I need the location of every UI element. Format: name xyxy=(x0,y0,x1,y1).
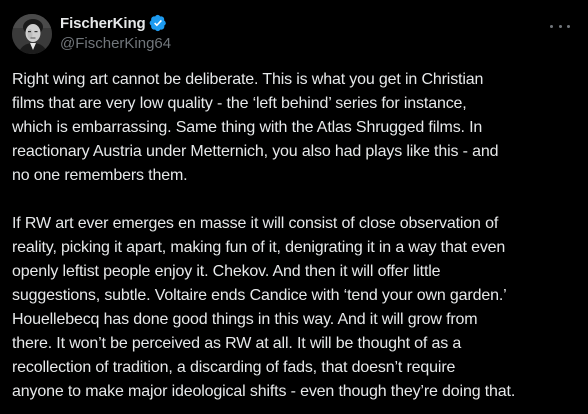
ellipsis-dot xyxy=(558,24,562,28)
author-display-name[interactable]: FischerKing xyxy=(60,15,146,32)
ellipsis-dot xyxy=(567,24,570,28)
tweet-text: Right wing art cannot be deliberate. Thi… xyxy=(12,68,586,404)
ellipsis-dot xyxy=(550,24,553,28)
text-line: openly leftist people enjoy it. Chekov. … xyxy=(12,263,441,280)
text-line: which is embarrassing. Same thing with t… xyxy=(12,119,483,136)
tweet: FischerKing @FischerKing64 Right wing ar… xyxy=(0,0,588,414)
tweet-paragraph: Right wing art cannot be deliberate. Thi… xyxy=(12,68,586,188)
text-line: If RW art ever emerges en masse it will … xyxy=(12,215,499,232)
text-line: Right wing art cannot be deliberate. Thi… xyxy=(12,71,484,88)
profile-photo-icon xyxy=(12,14,52,54)
text-line: no one remembers them. xyxy=(12,167,188,184)
text-line: reality, picking it apart, making fun of… xyxy=(12,239,506,256)
text-line: recollection of tradition, a discarding … xyxy=(12,359,456,376)
tweet-paragraph: If RW art ever emerges en masse it will … xyxy=(12,212,586,404)
avatar[interactable] xyxy=(12,14,52,54)
text-line: there. It won’t be perceived as RW at al… xyxy=(12,335,462,352)
text-line: anyone to make major ideological shifts … xyxy=(12,383,516,400)
text-line: Houellebecq has done good things in this… xyxy=(12,311,478,328)
text-line: reactionary Austria under Metternich, yo… xyxy=(12,143,499,160)
author-name-row: FischerKing xyxy=(60,13,167,33)
verified-badge-icon[interactable] xyxy=(149,14,167,32)
more-options-button[interactable] xyxy=(550,20,570,32)
text-line: films that are very low quality - the ‘l… xyxy=(12,95,467,112)
text-line: suggestions, subtle. Voltaire ends Candi… xyxy=(12,287,507,304)
author-handle[interactable]: @FischerKing64 xyxy=(60,35,171,52)
